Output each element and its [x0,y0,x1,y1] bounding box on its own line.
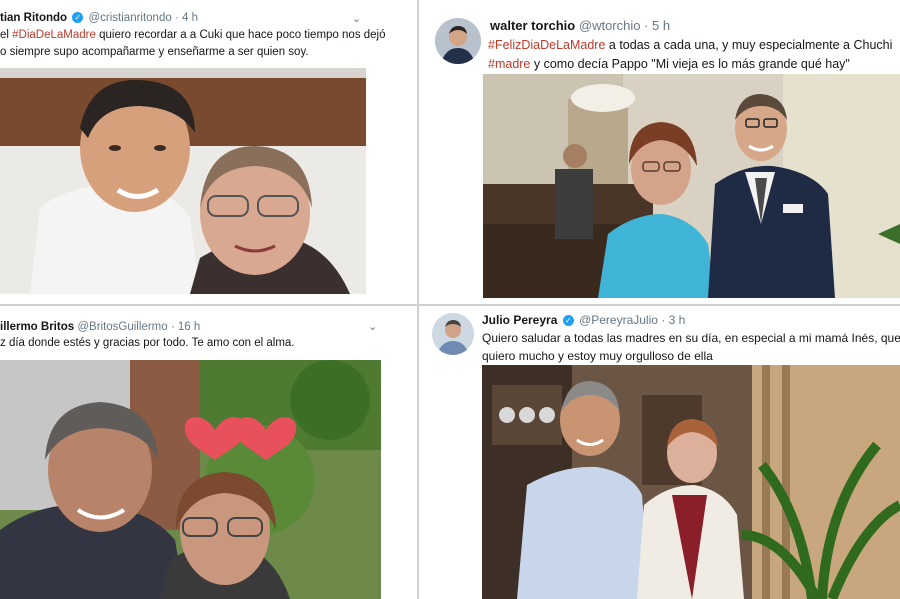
tweet-pereyra[interactable]: Julio Pereyra ✓ @PereyraJulio · 3 h Quie… [420,307,900,599]
avatar[interactable] [435,18,481,64]
tweet-photo[interactable] [0,68,366,294]
tweet-header: tian Ritondo ✓ @cristianritondo · 4 h [0,12,198,24]
chevron-down-icon[interactable]: ⌄ [368,320,377,333]
author-name[interactable]: Julio Pereyra [482,313,557,327]
tweet-britos[interactable]: illermo Britos @BritosGuillermo · 16 h ⌄… [0,307,416,599]
tweet-photo[interactable] [482,365,900,599]
tweet-text: Quiero saludar a todas las madres en su … [482,329,900,365]
tweet-time[interactable]: · 3 h [661,313,685,327]
tweet-torchio[interactable]: walter torchio @wtorchio · 5 h #FelizDia… [420,0,900,303]
verified-badge-icon: ✓ [562,315,574,326]
author-handle[interactable]: @BritosGuillermo [77,321,167,333]
hashtag-link[interactable]: #FelizDiaDeLaMadre [488,38,605,52]
verified-badge-icon: ✓ [72,12,84,23]
tweet-time[interactable]: · 4 h [175,12,198,24]
tweet-header: Julio Pereyra ✓ @PereyraJulio · 3 h [482,313,685,327]
author-handle[interactable]: @cristianritondo [88,12,171,24]
author-handle[interactable]: @PereyraJulio [579,313,658,327]
tweet-time[interactable]: · 16 h [171,321,200,333]
tweet-photo[interactable] [483,74,900,298]
tweet-text-line: #madre y como decía Pappo "Mi vieja es l… [488,57,850,71]
chevron-down-icon[interactable]: ⌄ [352,12,361,25]
tweet-time[interactable]: · 5 h [644,18,670,33]
author-handle[interactable]: @wtorchio [579,18,641,33]
tweet-text: z día donde estés y gracias por todo. Te… [0,335,295,352]
grid-divider-vertical [417,0,419,599]
tweet-text-line: #FelizDiaDeLaMadre a todas a cada una, y… [488,38,893,52]
grid-divider-horizontal [0,304,900,306]
avatar[interactable] [432,313,474,355]
tweet-header: illermo Britos @BritosGuillermo · 16 h [0,321,200,333]
tweet-header: walter torchio @wtorchio · 5 h [490,18,670,33]
hashtag-link[interactable]: #madre [488,57,530,71]
tweet-text-line: el #DiaDeLaMadre quiero recordar a a Cuk… [0,29,386,41]
tweet-text-line: Quiero saludar a todas las madres en su … [482,331,900,345]
tweet-text: el #DiaDeLaMadre quiero recordar a a Cuk… [0,27,386,61]
tweet-text: #FelizDiaDeLaMadre a todas a cada una, y… [488,36,892,74]
tweet-text-line: quiero mucho y estoy muy orgulloso de el… [482,349,713,363]
author-name[interactable]: walter torchio [490,18,575,33]
author-name[interactable]: illermo Britos [0,321,74,333]
hashtag-link[interactable]: #DiaDeLaMadre [12,29,96,41]
tweet-ritondo[interactable]: tian Ritondo ✓ @cristianritondo · 4 h ⌄ … [0,0,416,303]
tweet-text-line: o siempre supo acompañarme y enseñarme a… [0,46,309,58]
author-name[interactable]: tian Ritondo [0,12,67,24]
tweet-text-line: z día donde estés y gracias por todo. Te… [0,337,295,349]
tweet-photo[interactable] [0,360,381,599]
